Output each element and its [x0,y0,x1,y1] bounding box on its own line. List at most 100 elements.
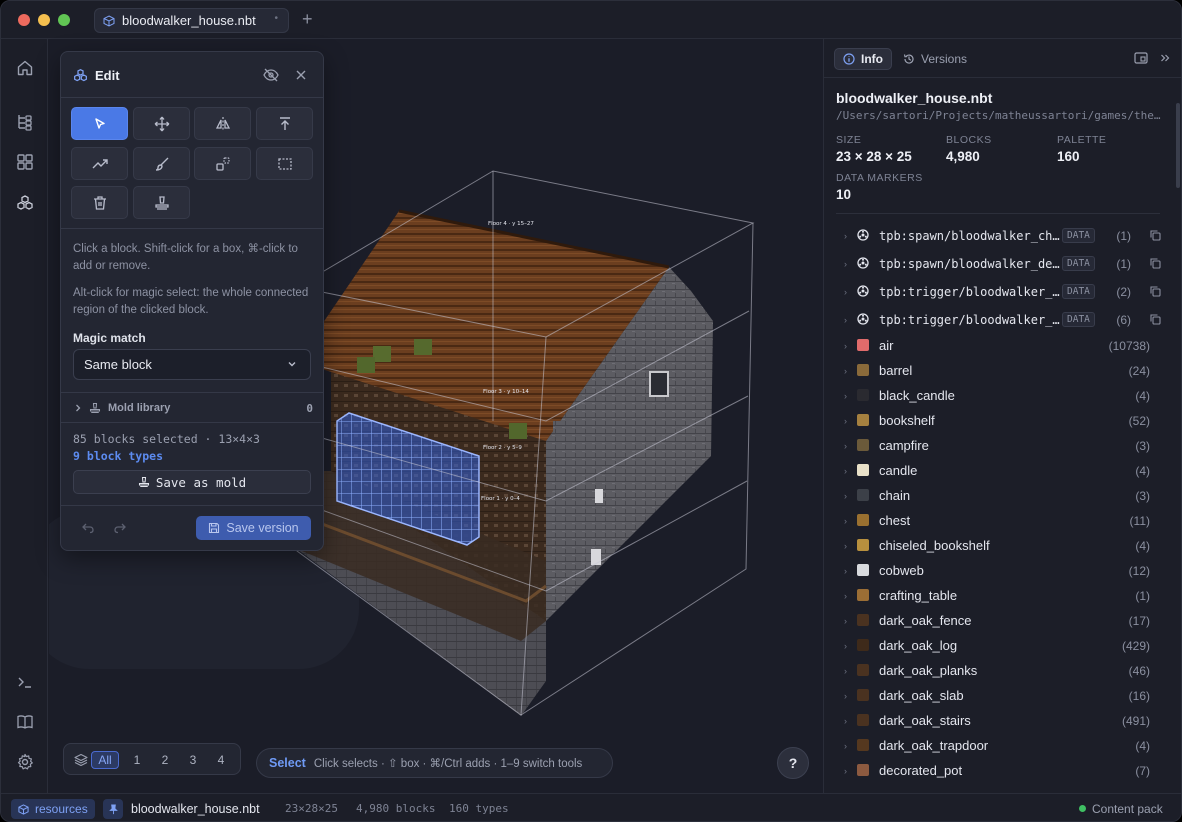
tool-stamp[interactable] [133,186,190,219]
expand-icon[interactable]: › [844,416,847,426]
tool-marquee[interactable] [256,147,313,180]
expand-icon[interactable]: › [844,741,847,751]
copy-icon[interactable] [1150,286,1161,297]
block-row[interactable]: › campfire (3) [824,433,1174,458]
layer-2[interactable]: 2 [160,751,170,769]
eye-off-icon[interactable] [263,68,279,82]
expand-icon[interactable]: › [844,541,847,551]
expand-icon[interactable]: › [844,616,847,626]
block-row[interactable]: › dark_oak_log (429) [824,633,1174,658]
marker-count: (1) [1116,228,1131,243]
edit-divider [61,422,323,423]
expand-icon[interactable]: › [844,641,847,651]
tool-move[interactable] [133,107,190,140]
expand-icon[interactable]: › [844,716,847,726]
layer-all[interactable]: All [91,751,119,769]
block-row[interactable]: › dark_oak_planks (46) [824,658,1174,683]
minimize-window-button[interactable] [38,14,50,26]
settings-button[interactable] [13,750,37,774]
data-marker-row[interactable]: › tpb:trigger/bloodwalker_… DATA (6) [824,307,1174,332]
copy-icon[interactable] [1150,230,1161,241]
expand-icon[interactable]: › [844,466,847,476]
file-tab[interactable]: bloodwalker_house.nbt • [94,8,289,33]
block-name: barrel [879,363,913,378]
block-row[interactable]: › dark_oak_stairs (491) [824,708,1174,733]
tool-raise[interactable] [256,107,313,140]
close-window-button[interactable] [18,14,30,26]
close-icon[interactable] [295,69,307,81]
tool-brush[interactable] [133,147,190,180]
expand-icon[interactable]: › [844,259,847,269]
layers-icon [74,753,88,767]
mold-library-label: Mold library [108,402,171,414]
expand-icon[interactable]: › [844,666,847,676]
tool-path[interactable] [71,147,128,180]
expand-icon[interactable]: › [844,441,847,451]
data-marker-row[interactable]: › tpb:spawn/bloodwalker_de… DATA (1) [824,251,1174,276]
block-row[interactable]: › cobweb (12) [824,558,1174,583]
block-row[interactable]: › black_candle (4) [824,383,1174,408]
resource-pack-pill[interactable]: resources [11,799,95,819]
block-row[interactable]: › chiseled_bookshelf (4) [824,533,1174,558]
data-marker-row[interactable]: › tpb:trigger/bloodwalker_… DATA (2) [824,279,1174,304]
tree-button[interactable] [13,110,37,134]
tab-versions[interactable]: Versions [903,48,967,70]
layer-3[interactable]: 3 [188,751,198,769]
marker-name: tpb:trigger/bloodwalker_… [879,312,1060,327]
block-row[interactable]: › candle (4) [824,458,1174,483]
collapse-panel-icon[interactable] [1160,53,1170,63]
expand-icon[interactable]: › [844,341,847,351]
scrollbar-thumb[interactable] [1176,103,1180,188]
tool-delete[interactable] [71,186,128,219]
tool-replace[interactable] [194,147,251,180]
block-name: dark_oak_planks [879,663,978,678]
block-row[interactable]: › chain (3) [824,483,1174,508]
data-marker-row[interactable]: › tpb:spawn/bloodwalker_ch… DATA (1) [824,223,1174,248]
block-row[interactable]: › chest (11) [824,508,1174,533]
block-row[interactable]: › decorated_pot (7) [824,758,1174,783]
tool-mirror[interactable] [194,107,251,140]
expand-icon[interactable]: › [844,315,847,325]
expand-icon[interactable]: › [844,287,847,297]
expand-icon[interactable]: › [844,231,847,241]
expand-icon[interactable]: › [844,766,847,776]
expand-icon[interactable]: › [844,366,847,376]
block-row[interactable]: › barrel (24) [824,358,1174,383]
panel-dock-icon[interactable] [1134,52,1148,64]
redo-icon[interactable] [113,522,127,534]
block-row[interactable]: › dark_oak_slab (16) [824,683,1174,708]
zoom-window-button[interactable] [58,14,70,26]
save-as-mold-button[interactable]: Save as mold [73,470,311,494]
blocks-button[interactable] [13,191,37,215]
magic-match-select[interactable]: Same block [73,349,311,380]
undo-icon[interactable] [81,522,95,534]
block-icon [857,764,869,776]
tool-select[interactable] [71,107,128,140]
tab-close-icon[interactable]: • [274,13,278,24]
block-row[interactable]: › dark_oak_trapdoor (4) [824,733,1174,758]
mold-library-row[interactable]: Mold library 0 [73,399,313,417]
expand-icon[interactable]: › [844,566,847,576]
expand-icon[interactable]: › [844,391,847,401]
tab-info[interactable]: Info [834,48,892,70]
block-row[interactable]: › dark_oak_fence (17) [824,608,1174,633]
layer-4[interactable]: 4 [216,751,226,769]
expand-icon[interactable]: › [844,516,847,526]
pin-button[interactable] [103,799,123,819]
block-row[interactable]: › crafting_table (1) [824,583,1174,608]
copy-icon[interactable] [1150,258,1161,269]
new-tab-button[interactable]: + [302,10,313,28]
layer-1[interactable]: 1 [132,751,142,769]
home-button[interactable] [13,56,37,80]
expand-icon[interactable]: › [844,691,847,701]
grid-button[interactable] [13,150,37,174]
block-row[interactable]: › bookshelf (52) [824,408,1174,433]
save-version-button[interactable]: Save version [196,516,311,540]
terminal-button[interactable] [13,670,37,694]
expand-icon[interactable]: › [844,591,847,601]
help-button[interactable]: ? [777,747,809,779]
copy-icon[interactable] [1150,314,1161,325]
docs-button[interactable] [13,710,37,734]
expand-icon[interactable]: › [844,491,847,501]
block-row[interactable]: › air (10738) [824,333,1174,358]
